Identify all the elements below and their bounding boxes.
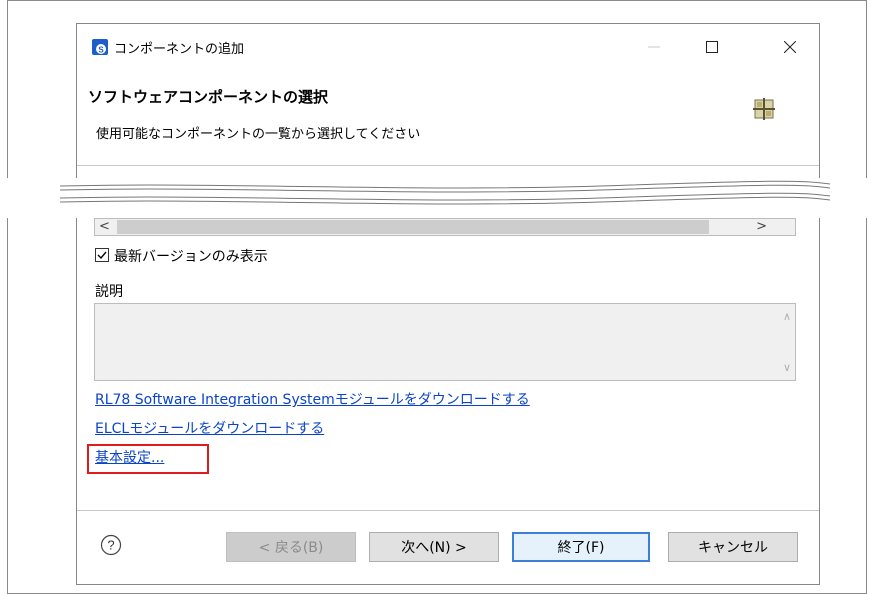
scroll-up-arrow[interactable]: ∧ (783, 310, 791, 323)
minimize-icon (648, 46, 660, 48)
horizontal-scrollbar[interactable]: < > (94, 218, 796, 236)
description-textarea[interactable]: ∧ ∨ (94, 303, 796, 381)
page-subtitle: 使用可能なコンポーネントの一覧から選択してください (96, 127, 421, 142)
download-sis-link[interactable]: RL78 Software Integration Systemモジュールをダウ… (95, 389, 530, 409)
window-title: コンポーネントの追加 (114, 42, 245, 57)
close-button[interactable] (767, 32, 813, 62)
cancel-button[interactable]: キャンセル (668, 532, 798, 562)
back-button[interactable]: < 戻る(B) (226, 532, 356, 562)
latest-version-checkbox[interactable] (95, 248, 109, 262)
close-icon (784, 41, 796, 53)
finish-button[interactable]: 終了(F) (512, 532, 650, 562)
highlight-box (87, 444, 209, 474)
svg-text:?: ? (107, 538, 114, 553)
maximize-icon (706, 41, 718, 53)
description-label: 説明 (95, 284, 123, 300)
minimize-button[interactable] (631, 32, 677, 62)
scroll-thumb[interactable] (117, 220, 709, 234)
scroll-down-arrow[interactable]: ∨ (783, 361, 791, 374)
svg-text:S: S (98, 46, 104, 55)
maximize-button[interactable] (689, 32, 735, 62)
app-icon: S (92, 39, 108, 55)
download-elcl-link[interactable]: ELCLモジュールをダウンロードする (95, 418, 324, 438)
scroll-right-arrow[interactable]: > (756, 219, 767, 235)
next-button[interactable]: 次へ(N) > (369, 532, 499, 562)
latest-version-label[interactable]: 最新バージョンのみ表示 (114, 246, 268, 266)
scroll-left-arrow[interactable]: < (99, 219, 110, 235)
content-break-indicator (0, 178, 869, 218)
checkmark-icon (97, 251, 107, 260)
help-icon[interactable]: ? (100, 534, 122, 556)
description-scrollbar[interactable]: ∧ ∨ (778, 304, 795, 380)
footer-divider (77, 510, 819, 511)
page-title: ソフトウェアコンポーネントの選択 (88, 88, 329, 106)
title-bar: S コンポーネントの追加 (77, 24, 819, 68)
wizard-banner-icon (753, 98, 775, 120)
header-divider (77, 165, 819, 166)
